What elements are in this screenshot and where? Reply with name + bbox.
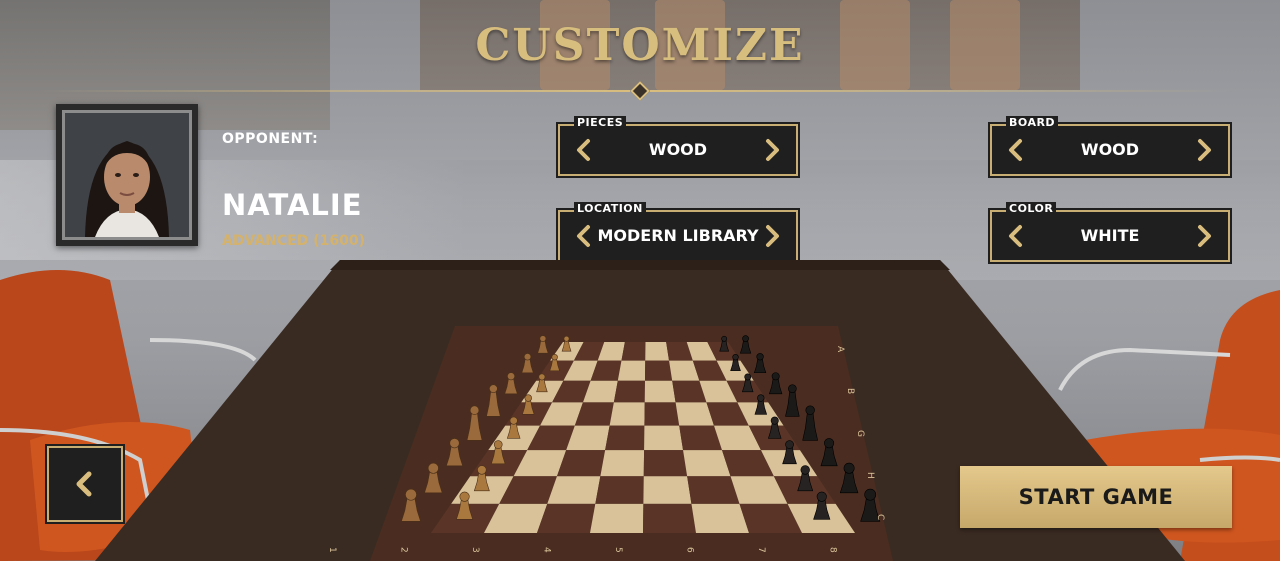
opponent-name: NATALIE bbox=[222, 188, 363, 222]
board-file-label: B bbox=[845, 388, 855, 394]
board-square bbox=[644, 360, 673, 381]
board-square bbox=[613, 380, 645, 403]
color-label: COLOR bbox=[1006, 202, 1057, 215]
board-square bbox=[643, 450, 688, 477]
board-square bbox=[621, 342, 646, 361]
start-game-button[interactable]: START GAME bbox=[960, 466, 1232, 528]
chevron-right-icon[interactable] bbox=[1192, 138, 1216, 162]
board-rank-label: 6 bbox=[685, 547, 695, 553]
board-square bbox=[537, 503, 596, 533]
board-selector: BOARD WOOD bbox=[990, 116, 1230, 176]
board-square bbox=[643, 476, 692, 504]
chevron-right-icon[interactable] bbox=[760, 224, 784, 248]
opponent-portrait bbox=[65, 113, 189, 237]
chevron-right-icon[interactable] bbox=[760, 138, 784, 162]
board-square bbox=[645, 342, 670, 361]
board-square bbox=[595, 476, 644, 504]
board-square bbox=[617, 360, 646, 381]
opponent-level: ADVANCED (1600) bbox=[222, 233, 365, 249]
title-divider-left bbox=[40, 90, 630, 92]
back-button[interactable] bbox=[47, 446, 123, 522]
board-file-label: A bbox=[835, 346, 845, 353]
board-file-label: C bbox=[875, 514, 885, 520]
page-title: CUSTOMIZE bbox=[475, 20, 805, 71]
board-file-label: G bbox=[855, 430, 865, 437]
location-label: LOCATION bbox=[574, 202, 646, 215]
board-square bbox=[600, 450, 645, 477]
board-square bbox=[687, 476, 740, 504]
pieces-selector: PIECES WOOD bbox=[558, 116, 798, 176]
board-square bbox=[644, 380, 676, 403]
avatar bbox=[62, 110, 192, 240]
board-square bbox=[590, 503, 644, 533]
board-square bbox=[644, 402, 680, 426]
opponent-avatar-frame bbox=[56, 104, 198, 246]
board-rank-label: 8 bbox=[828, 547, 838, 553]
board-rank-label: 7 bbox=[756, 547, 766, 553]
title-divider-right bbox=[650, 90, 1240, 92]
board-square bbox=[609, 402, 645, 426]
board-rank-label: 4 bbox=[542, 547, 552, 553]
color-selector: COLOR WHITE bbox=[990, 202, 1230, 262]
board-square bbox=[643, 503, 696, 533]
board-label: BOARD bbox=[1006, 116, 1059, 129]
board-rank-label: 5 bbox=[613, 547, 623, 553]
board-square bbox=[691, 503, 749, 533]
board-square bbox=[605, 425, 645, 451]
board-square bbox=[644, 425, 684, 451]
board-rank-label: 3 bbox=[470, 547, 480, 553]
opponent-label: OPPONENT: bbox=[222, 131, 319, 147]
board-rank-label: 1 bbox=[327, 547, 337, 553]
chevron-right-icon[interactable] bbox=[1192, 224, 1216, 248]
board-file-label: H bbox=[865, 472, 875, 479]
chevron-left-icon bbox=[76, 471, 92, 497]
board-rank-label: 2 bbox=[399, 547, 409, 553]
pieces-label: PIECES bbox=[574, 116, 627, 129]
location-selector: LOCATION MODERN LIBRARY bbox=[558, 202, 798, 262]
